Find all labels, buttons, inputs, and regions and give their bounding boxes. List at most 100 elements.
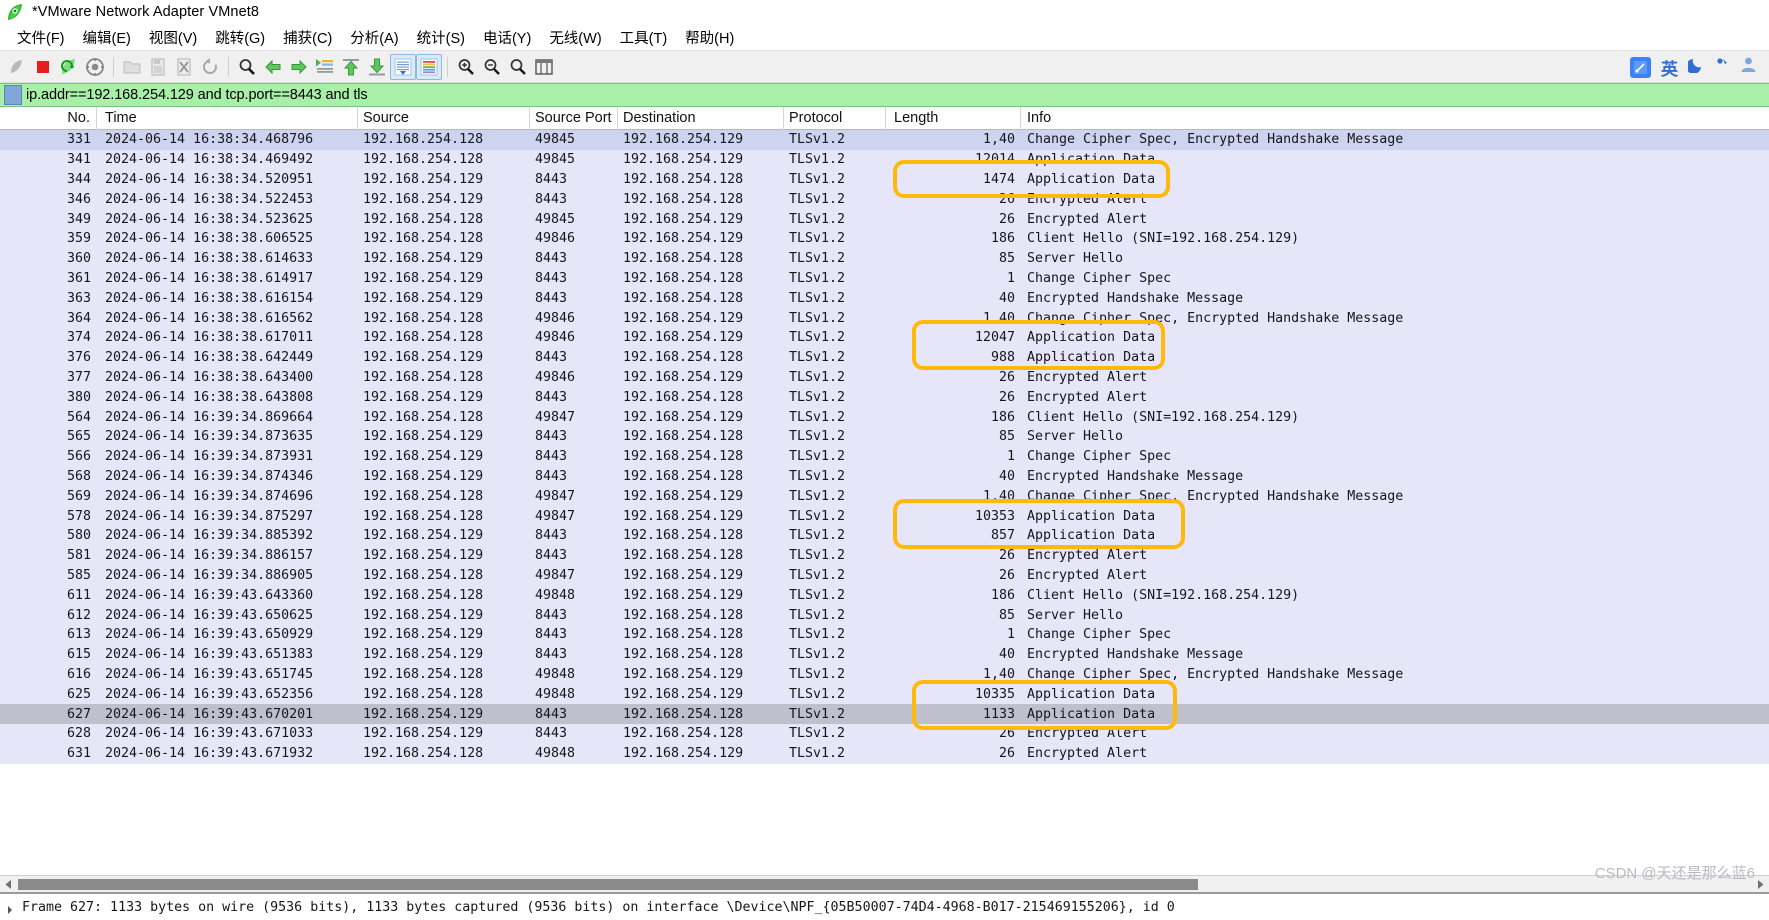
menu-file[interactable]: 文件(F) [8, 25, 74, 50]
ime-moon-icon[interactable] [1688, 56, 1705, 78]
cell-destination: 192.168.254.128 [618, 390, 784, 405]
column-header-length[interactable]: Length [886, 107, 1021, 130]
menu-statistics[interactable]: 统计(S) [408, 25, 474, 50]
go-to-first-packet-icon[interactable] [338, 54, 364, 80]
menu-telephony[interactable]: 电话(Y) [474, 25, 540, 50]
packet-list-rows[interactable]: 3312024-06-14 16:38:34.468796192.168.254… [0, 130, 1769, 875]
capture-options-icon[interactable] [82, 54, 108, 80]
column-header-source[interactable]: Source [358, 107, 530, 130]
packet-detail-frame-line[interactable]: Frame 627: 1133 bytes on wire (9536 bits… [22, 900, 1175, 915]
ime-user-icon[interactable] [1740, 56, 1757, 78]
menu-wireless[interactable]: 无线(W) [540, 25, 610, 50]
zoom-out-icon[interactable] [479, 54, 505, 80]
zoom-reset-icon[interactable] [505, 54, 531, 80]
cell-destination: 192.168.254.129 [618, 132, 784, 147]
zoom-in-icon[interactable] [453, 54, 479, 80]
table-row[interactable]: 5852024-06-14 16:39:34.886905192.168.254… [0, 566, 1769, 586]
table-row[interactable]: 3492024-06-14 16:38:34.523625192.168.254… [0, 209, 1769, 229]
table-row[interactable]: 6252024-06-14 16:39:43.652356192.168.254… [0, 684, 1769, 704]
start-capture-icon[interactable] [4, 54, 30, 80]
column-header-info[interactable]: Info [1021, 107, 1051, 130]
table-row[interactable]: 3772024-06-14 16:38:38.643400192.168.254… [0, 368, 1769, 388]
table-row[interactable]: 3762024-06-14 16:38:38.642449192.168.254… [0, 348, 1769, 368]
column-header-no[interactable]: No. [0, 107, 97, 130]
table-row[interactable]: 6162024-06-14 16:39:43.651745192.168.254… [0, 665, 1769, 685]
table-row[interactable]: 6122024-06-14 16:39:43.650625192.168.254… [0, 605, 1769, 625]
column-header-source-port[interactable]: Source Port [530, 107, 618, 130]
column-header-destination[interactable]: Destination [618, 107, 784, 130]
open-file-icon[interactable] [119, 54, 145, 80]
cell-source: 192.168.254.128 [358, 132, 530, 147]
menu-go[interactable]: 跳转(G) [206, 25, 274, 50]
table-row[interactable]: 3612024-06-14 16:38:38.614917192.168.254… [0, 269, 1769, 289]
table-row[interactable]: 3742024-06-14 16:38:38.617011192.168.254… [0, 328, 1769, 348]
cell-protocol: TLSv1.2 [784, 370, 886, 385]
table-row[interactable]: 6132024-06-14 16:39:43.650929192.168.254… [0, 625, 1769, 645]
ime-punctuation-icon[interactable] [1715, 56, 1730, 78]
stop-capture-icon[interactable] [30, 54, 56, 80]
ime-mode-icon[interactable] [1630, 57, 1651, 78]
cell-no: 374 [0, 330, 97, 345]
table-row[interactable]: 3592024-06-14 16:38:38.606525192.168.254… [0, 229, 1769, 249]
table-row[interactable]: 3632024-06-14 16:38:38.616154192.168.254… [0, 288, 1769, 308]
table-row[interactable]: 6312024-06-14 16:39:43.671932192.168.254… [0, 744, 1769, 764]
go-back-icon[interactable] [260, 54, 286, 80]
cell-length: 1 [886, 271, 1021, 286]
cell-info: Change Cipher Spec [1021, 449, 1171, 464]
menu-tools[interactable]: 工具(T) [611, 25, 677, 50]
ime-english-icon[interactable]: 英 [1661, 55, 1678, 80]
cell-source-port: 49847 [530, 568, 618, 583]
table-row[interactable]: 3462024-06-14 16:38:34.522453192.168.254… [0, 189, 1769, 209]
expand-arrow-icon[interactable] [8, 906, 12, 914]
scrollbar-thumb[interactable] [18, 879, 1198, 890]
horizontal-scrollbar[interactable] [0, 875, 1769, 892]
table-row[interactable]: 5642024-06-14 16:39:34.869664192.168.254… [0, 407, 1769, 427]
find-packet-icon[interactable] [234, 54, 260, 80]
table-row[interactable]: 5662024-06-14 16:39:34.873931192.168.254… [0, 447, 1769, 467]
table-row[interactable]: 5782024-06-14 16:39:34.875297192.168.254… [0, 506, 1769, 526]
save-file-icon[interactable] [145, 54, 171, 80]
scroll-left-arrow-icon[interactable] [0, 876, 17, 893]
table-row[interactable]: 5682024-06-14 16:39:34.874346192.168.254… [0, 467, 1769, 487]
resize-columns-icon[interactable] [531, 54, 557, 80]
column-header-protocol[interactable]: Protocol [784, 107, 886, 130]
table-row[interactable]: 3602024-06-14 16:38:38.614633192.168.254… [0, 249, 1769, 269]
table-row[interactable]: 3442024-06-14 16:38:34.520951192.168.254… [0, 170, 1769, 190]
go-to-last-packet-icon[interactable] [364, 54, 390, 80]
go-forward-icon[interactable] [286, 54, 312, 80]
menu-edit[interactable]: 编辑(E) [74, 25, 140, 50]
table-row[interactable]: 5812024-06-14 16:39:34.886157192.168.254… [0, 546, 1769, 566]
table-row[interactable]: 5692024-06-14 16:39:34.874696192.168.254… [0, 486, 1769, 506]
table-row[interactable]: 3802024-06-14 16:38:38.643808192.168.254… [0, 387, 1769, 407]
restart-capture-icon[interactable] [56, 54, 82, 80]
filter-bookmark-icon[interactable] [4, 85, 22, 105]
table-row[interactable]: 6112024-06-14 16:39:43.643360192.168.254… [0, 585, 1769, 605]
column-header-time[interactable]: Time [97, 107, 358, 130]
table-row[interactable]: 5652024-06-14 16:39:34.873635192.168.254… [0, 427, 1769, 447]
table-row[interactable]: 6272024-06-14 16:39:43.670201192.168.254… [0, 704, 1769, 724]
table-row[interactable]: 3412024-06-14 16:38:34.469492192.168.254… [0, 150, 1769, 170]
cell-info: Encrypted Alert [1021, 548, 1147, 563]
menu-capture[interactable]: 捕获(C) [274, 25, 341, 50]
table-row[interactable]: 5802024-06-14 16:39:34.885392192.168.254… [0, 526, 1769, 546]
cell-source-port: 49848 [530, 667, 618, 682]
menu-view[interactable]: 视图(V) [140, 25, 206, 50]
display-filter-bar[interactable]: ip.addr==192.168.254.129 and tcp.port==8… [0, 83, 1769, 107]
cell-time: 2024-06-14 16:39:43.650929 [97, 627, 358, 642]
packet-detail-pane[interactable]: Frame 627: 1133 bytes on wire (9536 bits… [0, 892, 1769, 920]
display-filter-input[interactable]: ip.addr==192.168.254.129 and tcp.port==8… [26, 87, 368, 103]
reload-file-icon[interactable] [197, 54, 223, 80]
table-row[interactable]: 3312024-06-14 16:38:34.468796192.168.254… [0, 130, 1769, 150]
cell-protocol: TLSv1.2 [784, 568, 886, 583]
table-row[interactable]: 6282024-06-14 16:39:43.671033192.168.254… [0, 724, 1769, 744]
table-row[interactable]: 3642024-06-14 16:38:38.616562192.168.254… [0, 308, 1769, 328]
cell-length: 40 [886, 469, 1021, 484]
go-to-packet-icon[interactable] [312, 54, 338, 80]
menu-analyze[interactable]: 分析(A) [341, 25, 407, 50]
menu-help[interactable]: 帮助(H) [676, 25, 743, 50]
colorize-packets-icon[interactable] [416, 54, 442, 80]
auto-scroll-icon[interactable] [390, 54, 416, 80]
table-row[interactable]: 6152024-06-14 16:39:43.651383192.168.254… [0, 645, 1769, 665]
close-file-icon[interactable] [171, 54, 197, 80]
cell-time: 2024-06-14 16:39:43.671932 [97, 746, 358, 761]
